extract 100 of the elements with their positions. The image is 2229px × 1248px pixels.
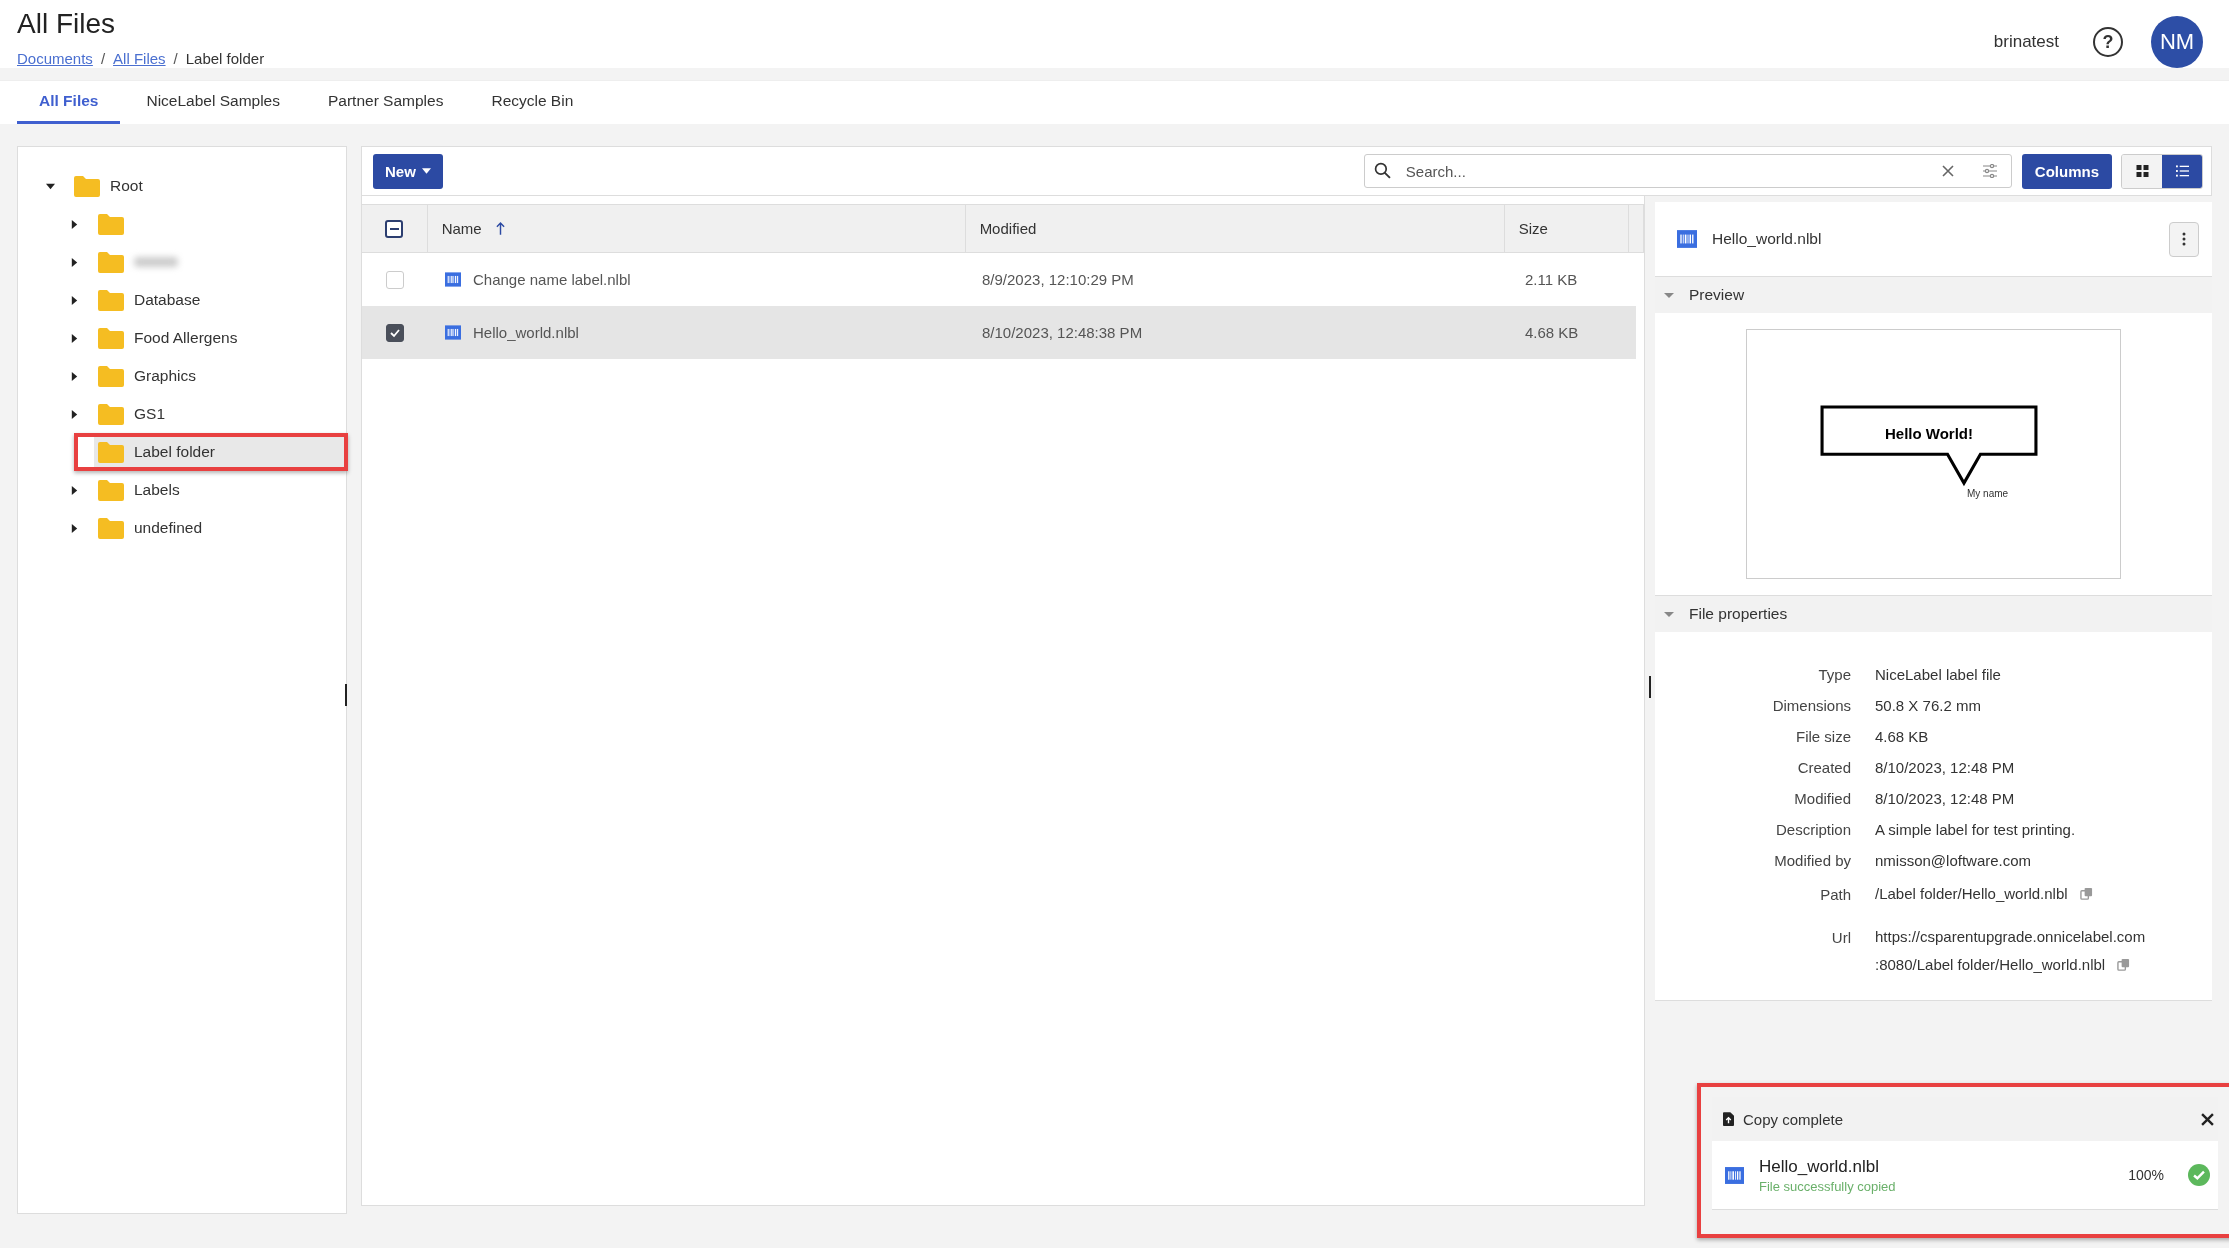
page-title: All Files [17,7,116,41]
toast-title: Copy complete [1743,1110,1845,1128]
caret-right-icon[interactable] [70,219,79,229]
file-row[interactable]: Change name label.nlbl 8/9/2023, 12:10:29 PM 2.11 KB [362,253,1636,306]
caret-down-icon[interactable] [421,168,431,174]
folder-name: Database [134,291,201,309]
breadcrumb-link[interactable]: All Files [113,49,166,67]
tree-item[interactable]: undefined [94,509,346,547]
tree-item[interactable]: Graphics [94,357,346,395]
status-message: File successfully copied [1759,1178,1897,1194]
folder-icon [74,175,100,197]
property-label: Description [1774,820,1852,840]
label-caption: My name [1967,488,2009,499]
property-label: Created [1796,758,1852,778]
filter-sliders-icon[interactable] [1981,164,1998,178]
file-row[interactable]: Hello_world.nlbl 8/10/2023, 12:48:38 PM 4.68 KB [362,306,1636,359]
property-label: Modified [1793,789,1852,809]
property-value: 4.68 KB [1875,727,1929,747]
arrow-up-icon[interactable] [495,222,505,235]
folder-name: Labels [134,481,180,499]
property-value: :8080/Label folder/Hello_world.nlbl [1875,954,2106,975]
tab[interactable]: All Files [17,81,121,124]
folder-icon [98,213,124,235]
tree-item[interactable]: Database [94,281,346,319]
caret-right-icon[interactable] [70,409,79,419]
caret-right-icon[interactable] [70,295,79,305]
new-button[interactable]: New [373,153,443,189]
property-value: https://csparentupgrade.onnicelabel.com [1875,926,2146,947]
breadcrumb-current: Label folder [185,49,265,67]
list-icon[interactable] [2175,165,2189,177]
avatar[interactable]: NM [2151,16,2203,68]
more-vertical-icon[interactable] [2182,232,2186,246]
file-size: 4.68 KB [1525,324,1579,341]
label-file-icon [1725,1165,1744,1185]
copy-icon[interactable] [2117,957,2131,971]
splitter-handle[interactable] [345,684,347,706]
modified-date: 8/10/2023, 12:48:38 PM [982,324,1143,341]
splitter-handle[interactable] [1649,676,1651,698]
folder-icon [98,403,124,425]
folder-name: Root [110,177,143,195]
close-icon[interactable] [2201,1112,2214,1126]
list-view-button[interactable] [2162,154,2202,188]
tree-item[interactable]: Labels [94,471,346,509]
tab[interactable]: Partner Samples [306,81,466,124]
copy-icon[interactable] [2079,886,2093,900]
column-header[interactable]: Name [427,205,966,252]
property-value: nmisson@loftware.com [1875,851,2032,871]
caret-down-icon[interactable] [46,181,55,191]
label-heading: Hello World! [1883,425,1975,442]
folder-name: Food Allergens [134,329,238,347]
file-upload-icon [1723,1112,1734,1126]
column-header[interactable]: Modified [965,205,1505,252]
label-file-icon [445,272,461,287]
column-header[interactable]: Size [1504,205,1629,252]
tree-item[interactable]: Food Allergens [94,319,346,357]
caret-right-icon[interactable] [70,257,79,267]
folder-icon [98,365,124,387]
breadcrumb-separator: / [100,49,106,67]
folder-icon [98,479,124,501]
property-label: File size [1795,727,1852,747]
folder-icon [98,517,124,539]
progress-percent: 100% [2128,1167,2164,1183]
breadcrumb-separator: / [173,49,178,67]
file-size: 2.11 KB [1525,271,1578,288]
caret-right-icon[interactable] [70,523,79,533]
tree-item[interactable]: GS1 [94,395,346,433]
clear-icon[interactable] [1941,165,1954,177]
caret-right-icon[interactable] [70,333,79,343]
tab[interactable]: NiceLabel Samples [124,81,302,124]
folder-name: Graphics [134,367,197,385]
caret-right-icon[interactable] [70,485,79,495]
folder-icon [98,289,124,311]
search-icon [1373,162,1391,179]
breadcrumb-link[interactable]: Documents [17,49,93,67]
property-label: Modified by [1773,851,1852,871]
caret-right-icon[interactable] [70,371,79,381]
grid-view-button[interactable] [2122,154,2162,188]
tree-item[interactable]: Label folder [94,437,346,467]
grid-icon[interactable] [2135,165,2149,177]
help-button[interactable]: ? [2093,27,2123,57]
property-value: A simple label for test printing. [1875,820,2076,840]
section-header[interactable]: Preview [1655,277,2212,313]
user-name[interactable]: brinatest [1993,32,2059,52]
file-name: Change name label.nlbl [473,271,631,288]
folder-icon [98,327,124,349]
columns-button[interactable]: Columns [2021,153,2112,189]
file-name: Hello_world.nlbl [473,324,579,341]
folder-icon [98,441,124,463]
property-label: Dimensions [1771,696,1852,716]
property-value: NiceLabel label file [1875,665,2001,685]
property-label: Path [1819,885,1852,905]
folder-name: GS1 [134,405,165,423]
property-value: 50.8 X 76.2 mm [1875,696,1981,716]
property-value: 8/10/2023, 12:48 PM [1875,758,2015,778]
property-value: 8/10/2023, 12:48 PM [1875,789,2015,809]
select-all-checkbox[interactable] [385,219,404,238]
section-header[interactable]: File properties [1655,596,2212,632]
search-field[interactable]: Search... [1363,154,2012,188]
tree-item[interactable]: Root [70,167,346,205]
tab[interactable]: Recycle Bin [469,81,596,124]
